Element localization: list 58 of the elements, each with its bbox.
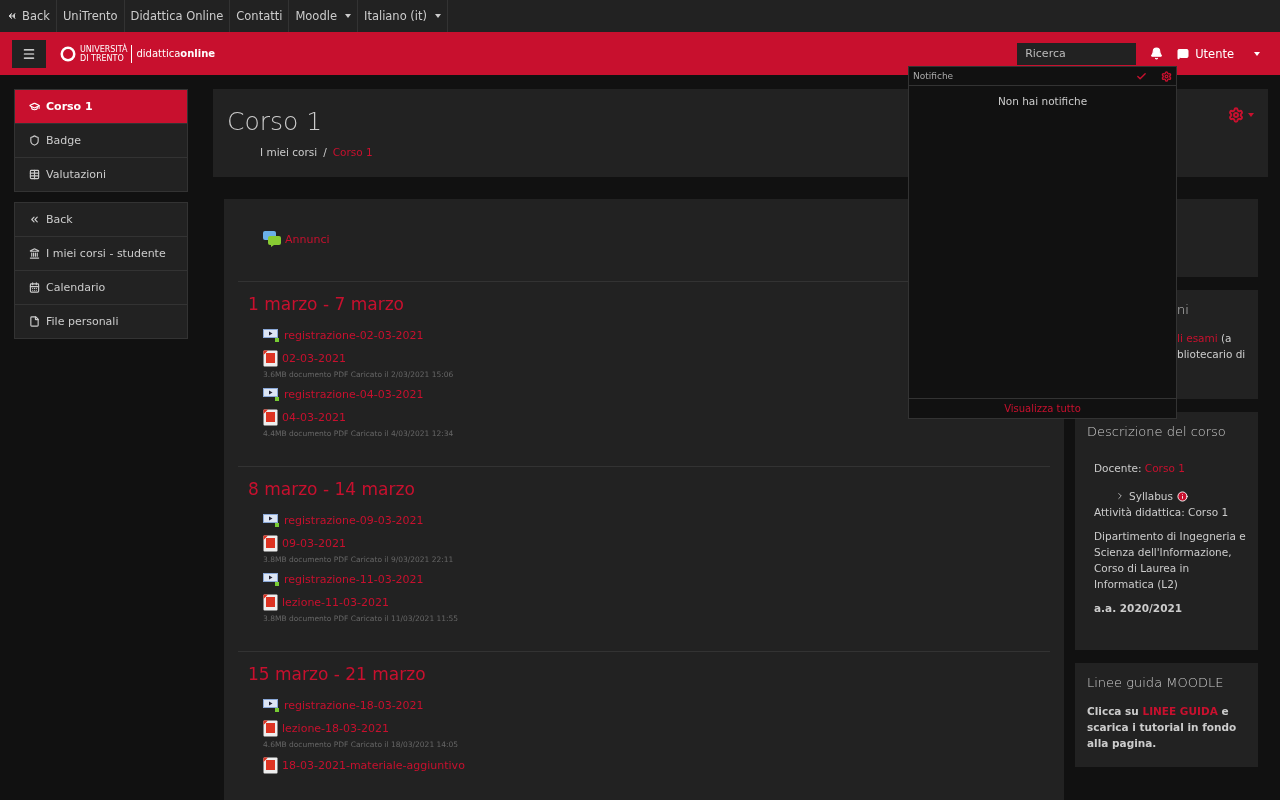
notifications-bell-icon[interactable] [1150,47,1164,60]
back-icon [6,10,18,22]
breadcrumb-link[interactable]: I miei corsi [260,146,318,158]
caret-icon [1254,51,1260,56]
user-menu[interactable]: Utente [1177,46,1268,61]
video-file-icon [263,572,280,586]
activity-text: Attività didattica: Corso 1 [1094,505,1230,520]
pdf-file-icon [263,757,278,774]
page-title: Corso 1 [227,107,323,136]
caret-icon [435,14,442,18]
chat-icon [1177,47,1190,60]
university-logo[interactable]: UNIVERSITÀ DI TRENTO didatticaonline [60,44,216,63]
section-title: 1 marzo - 7 marzo [248,294,405,314]
back-icon [29,214,40,225]
menu-icon [22,46,36,61]
video-file-icon [263,513,280,527]
table-icon [29,169,40,180]
building-icon [29,248,40,259]
seal-icon [60,45,76,62]
section-title: 15 marzo - 21 marzo [248,664,427,684]
empty-message: Non hai notifiche [997,95,1088,107]
search-field[interactable]: Ricerca [1017,42,1137,65]
block-title: ni [1177,302,1190,318]
forum-icon [263,231,281,247]
settings-menu-button[interactable] [1228,107,1254,123]
pdf-file-icon [263,350,278,367]
video-file-icon [263,328,280,342]
chevron-right-icon[interactable] [1115,491,1125,501]
block-text: li esami (a bliotecario di [1177,331,1246,362]
graduation-cap-icon [29,101,40,112]
video-file-icon [263,698,280,712]
pdf-file-icon [263,594,278,611]
academic-year: a.a. 2020/2021 [1094,601,1184,616]
pdf-file-icon [263,535,278,552]
pdf-file-icon [263,409,278,426]
check-icon[interactable] [1136,70,1147,82]
syllabus-link[interactable]: Syllabus [1129,488,1173,504]
department-text: Dipartimento di Ingegneria e Scienza dell'Informazione, Corso di Laurea in Informatica (L2) [1094,529,1246,592]
pdf-file-icon [263,720,278,737]
settings-icon [1228,107,1244,123]
shield-icon [29,135,40,146]
block-title: Descrizione del corso [1087,424,1227,440]
popover-title: Notifiche [913,71,955,81]
breadcrumb-separator: / [323,146,327,158]
guidelines-text: Clicca su LINEE GUIDA e scarica i tutorial in fondo alla pagina. [1087,704,1238,751]
settings-icon[interactable] [1161,70,1172,82]
block-title: Linee guida MOODLE [1087,675,1225,691]
caret-icon [345,14,351,18]
teacher-text: Docente: Corso 1 [1094,461,1186,476]
view-all-link[interactable]: Visualizza tutto [909,398,1176,418]
sidebar-item[interactable]: Corso 1 [15,90,187,123]
info-icon[interactable] [1176,490,1188,502]
menu-button[interactable] [12,39,46,68]
caret-icon [1248,113,1254,117]
file-icon [29,316,40,327]
video-file-icon [263,387,280,401]
calendar-icon [29,282,40,293]
section-title: 8 marzo - 14 marzo [248,479,416,499]
